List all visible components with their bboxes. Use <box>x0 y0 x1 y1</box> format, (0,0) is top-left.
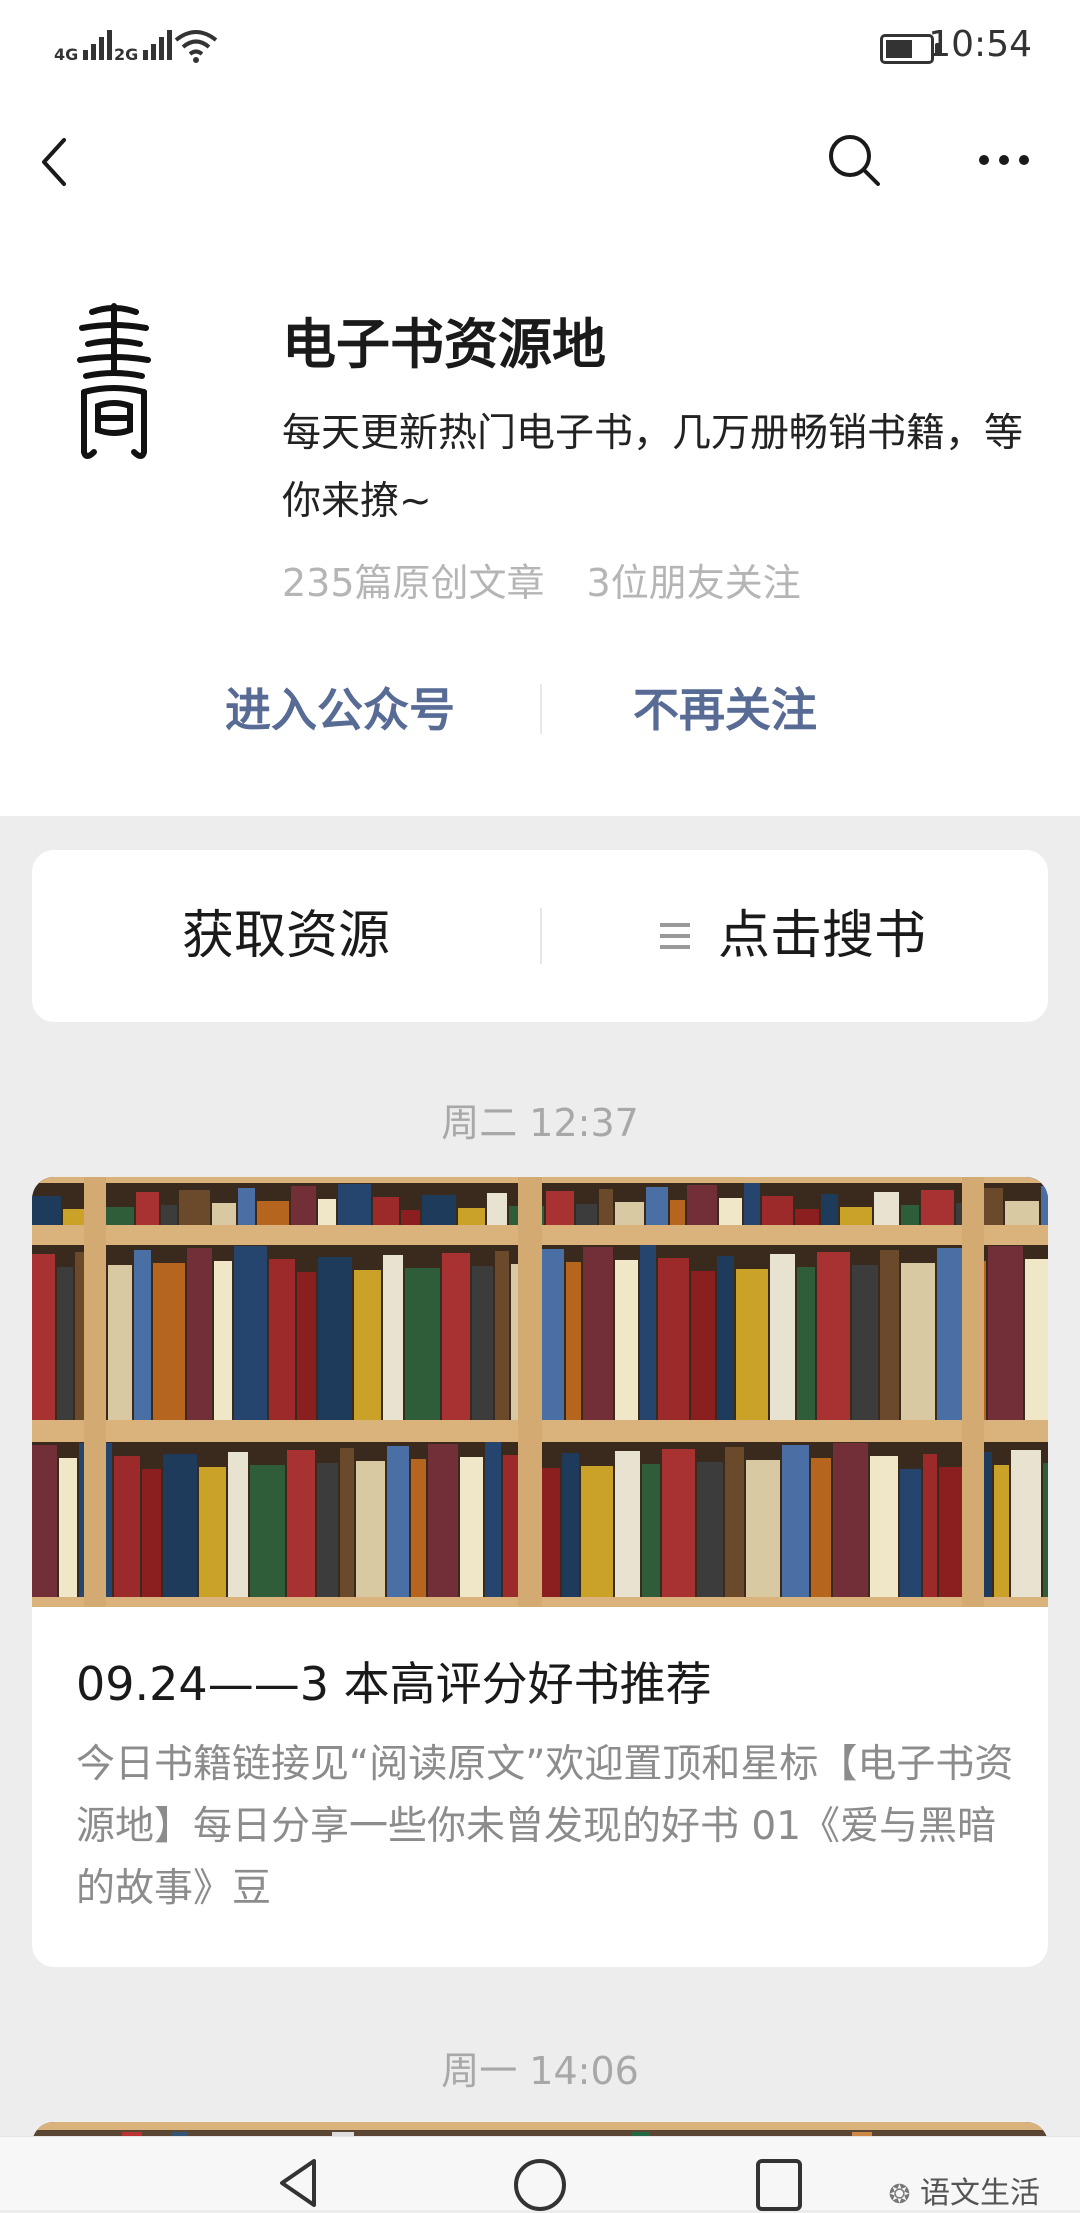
article-summary: 今日书籍链接见“阅读原文”欢迎置顶和星标【电子书资源地】每日分享一些你未曾发现的… <box>76 1742 1014 1911</box>
signal-bars-icon <box>83 30 113 60</box>
watermark-icon: ❂ <box>888 2180 911 2210</box>
divider <box>540 684 542 734</box>
battery-icon <box>880 34 940 64</box>
status-bar: 4G 2G 10:54 <box>0 0 1080 96</box>
system-recents-icon[interactable] <box>754 2157 804 2213</box>
wifi-icon <box>174 30 218 63</box>
watermark-text: 语文生活 <box>920 2176 1040 2211</box>
account-stats: 235篇原创文章 3位朋友关注 <box>282 552 801 607</box>
cellular-signal-1: 4G <box>54 28 117 64</box>
message-timestamp: 周二 12:37 <box>441 1101 639 1145</box>
watermark: ❂ 语文生活 <box>889 2168 1040 2212</box>
menu-search-books-label: 点击搜书 <box>718 906 927 966</box>
article-count: 235篇原创文章 <box>282 561 545 605</box>
menu-get-resources[interactable]: 获取资源 <box>32 850 540 1022</box>
article-card[interactable]: 09.24——3 本高评分好书推荐 今日书籍链接见“阅读原文”欢迎置顶和星标【电… <box>32 1177 1048 1967</box>
article-cover-image <box>32 1177 1048 1607</box>
account-logo[interactable] <box>62 302 166 468</box>
enter-account-button[interactable]: 进入公众号 <box>150 670 530 750</box>
signal-type-label: 2G <box>114 45 139 64</box>
cellular-signal-2: 2G <box>114 28 177 64</box>
message-timestamp: 周一 14:06 <box>441 2049 639 2093</box>
friend-follow-count: 3位朋友关注 <box>586 561 801 605</box>
more-icon[interactable] <box>976 152 1032 168</box>
signal-type-label: 4G <box>54 45 79 64</box>
menu-search-books[interactable]: 点击搜书 <box>540 850 1048 1022</box>
account-description: 每天更新热门电子书，几万册畅销书籍，等你来撩~ <box>282 411 1024 524</box>
nav-bar <box>0 96 1080 226</box>
article-title[interactable]: 09.24——3 本高评分好书推荐 <box>76 1648 712 1714</box>
account-name: 电子书资源地 <box>282 313 606 376</box>
system-home-icon[interactable] <box>512 2157 568 2213</box>
menu-lines-icon <box>660 923 690 949</box>
back-arrow-icon[interactable] <box>36 136 72 188</box>
unfollow-button[interactable]: 不再关注 <box>545 670 905 750</box>
clock: 10:54 <box>928 24 1032 65</box>
search-icon[interactable] <box>826 132 882 188</box>
system-back-icon[interactable] <box>276 2157 320 2207</box>
signal-bars-icon <box>143 30 173 60</box>
